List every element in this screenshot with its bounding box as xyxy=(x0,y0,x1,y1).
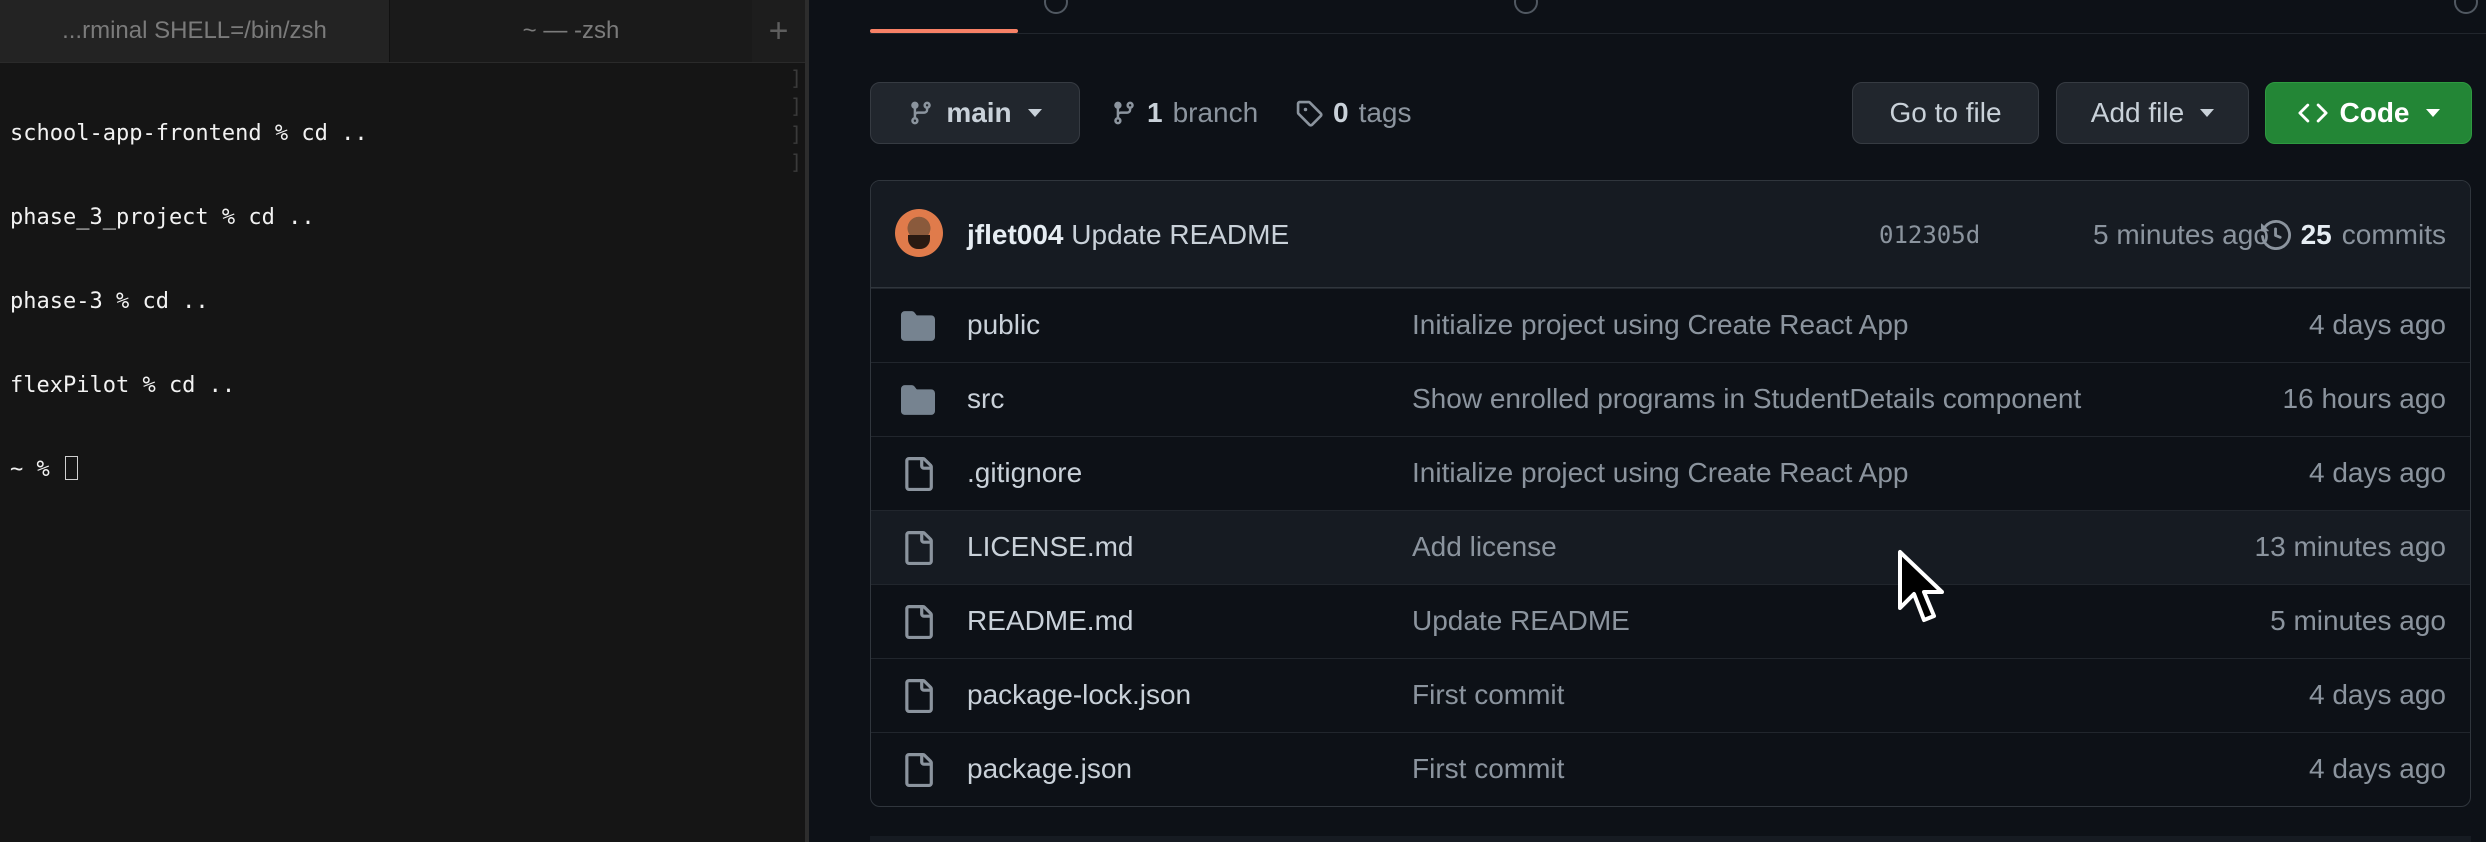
section-border xyxy=(870,836,2471,842)
tag-label: tags xyxy=(1358,97,1412,128)
branches-link[interactable]: 1 branch xyxy=(1111,82,1258,144)
tag-icon xyxy=(1296,100,1323,127)
file-commit-age: 4 days ago xyxy=(2309,679,2446,710)
file-row[interactable]: README.md Update README 5 minutes ago xyxy=(871,584,2470,658)
git-branch-icon xyxy=(1114,101,1134,125)
terminal-cursor xyxy=(64,456,78,480)
terminal-prompt: ~ % xyxy=(10,457,63,482)
file-row[interactable]: .gitignore Initialize project using Creat… xyxy=(871,436,2470,510)
terminal-line: phase-3 % cd .. xyxy=(10,289,209,314)
file-commit-age: 16 hours ago xyxy=(2282,383,2446,414)
file-commit-message-link[interactable]: Update README xyxy=(1412,585,1630,657)
tab-icon xyxy=(1514,0,1538,14)
folder-icon xyxy=(901,309,935,343)
commit-sha[interactable]: 012305d xyxy=(1879,181,1980,288)
file-name-link[interactable]: public xyxy=(967,289,1040,361)
file-commit-message-link[interactable]: First commit xyxy=(1412,659,1564,731)
file-name-link[interactable]: LICENSE.md xyxy=(967,511,1134,583)
commits-count: 25 xyxy=(2300,218,2332,250)
file-commit-age: 4 days ago xyxy=(2309,309,2446,340)
file-name-link[interactable]: src xyxy=(967,363,1004,435)
file-commit-message-link[interactable]: Initialize project using Create React Ap… xyxy=(1412,437,1909,509)
code-label: Code xyxy=(2339,97,2410,128)
file-icon xyxy=(901,679,935,713)
add-file-label: Add file xyxy=(2090,97,2185,128)
terminal-window: ...rminal SHELL=/bin/zsh ~ — -zsh + scho… xyxy=(0,0,805,842)
folder-icon xyxy=(901,383,935,417)
commits-label: commits xyxy=(2341,218,2446,250)
chevron-down-icon xyxy=(2425,109,2440,117)
new-tab-button[interactable]: + xyxy=(752,0,805,62)
branch-name: main xyxy=(946,97,1012,128)
go-to-file-button[interactable]: Go to file xyxy=(1852,82,2039,144)
terminal-line: flexPilot % cd .. xyxy=(10,373,236,398)
file-row[interactable]: public Initialize project using Create Re… xyxy=(871,288,2470,362)
file-name-link[interactable]: package.json xyxy=(967,733,1132,805)
file-row[interactable]: package-lock.json First commit 4 days ago xyxy=(871,658,2470,732)
commit-time: 5 minutes ago xyxy=(2093,219,2269,250)
chevron-down-icon xyxy=(1027,109,1042,117)
terminal-tab-bar: ...rminal SHELL=/bin/zsh ~ — -zsh + xyxy=(0,0,805,63)
terminal-tab-shell[interactable]: ...rminal SHELL=/bin/zsh xyxy=(0,0,390,62)
terminal-tab-zsh[interactable]: ~ — -zsh xyxy=(390,0,752,62)
file-name-link[interactable]: package-lock.json xyxy=(967,659,1191,731)
git-branch-icon xyxy=(911,101,932,125)
github-repo-page: main 1 branch 0 tags Go to file Add file… xyxy=(809,0,2486,842)
terminal-output[interactable]: school-app-frontend % cd .. phase_3_proj… xyxy=(10,64,368,540)
file-icon xyxy=(901,457,935,491)
file-name-link[interactable]: .gitignore xyxy=(967,437,1082,509)
file-commit-message-link[interactable]: Initialize project using Create React Ap… xyxy=(1412,289,1909,361)
commit-author[interactable]: jflet004 xyxy=(967,219,1064,250)
file-commit-age: 4 days ago xyxy=(2309,457,2446,488)
add-file-button[interactable]: Add file xyxy=(2056,82,2249,144)
terminal-prompt-line: ~ % xyxy=(10,456,368,484)
file-commit-message-link[interactable]: Show enrolled programs in StudentDetails… xyxy=(1412,363,2081,435)
file-row[interactable]: package.json First commit 4 days ago xyxy=(871,732,2470,806)
code-button[interactable]: Code xyxy=(2265,82,2472,144)
terminal-marks: ] ] ] ] xyxy=(790,66,803,174)
tag-count: 0 xyxy=(1333,97,1349,128)
branch-label: branch xyxy=(1172,97,1259,128)
chevron-down-icon xyxy=(2200,109,2215,117)
file-row[interactable]: LICENSE.md Add license 13 minutes ago xyxy=(871,510,2470,584)
code-icon xyxy=(2297,103,2328,123)
file-icon xyxy=(901,753,935,787)
file-commit-message-link[interactable]: Add license xyxy=(1412,511,1557,583)
file-icon xyxy=(901,531,935,565)
file-commit-age: 13 minutes ago xyxy=(2254,531,2446,562)
avatar[interactable] xyxy=(895,209,943,257)
file-commit-age: 4 days ago xyxy=(2309,753,2446,784)
branch-selector-button[interactable]: main xyxy=(870,82,1080,144)
terminal-line: phase_3_project % cd .. xyxy=(10,205,315,230)
tab-icon xyxy=(2454,0,2478,14)
file-commit-message-link[interactable]: First commit xyxy=(1412,733,1564,805)
terminal-line: school-app-frontend % cd .. xyxy=(10,121,368,146)
branch-count: 1 xyxy=(1147,97,1163,128)
tab-icon xyxy=(1044,0,1068,14)
file-icon xyxy=(901,605,935,639)
file-browser: jflet004 Update README 012305d 5 minutes… xyxy=(870,180,2471,807)
file-commit-age: 5 minutes ago xyxy=(2270,605,2446,636)
commits-history-link[interactable]: 25 commits xyxy=(2260,181,2446,288)
mouse-pointer-icon xyxy=(1898,550,1944,622)
tabs-border xyxy=(870,33,2486,34)
tags-link[interactable]: 0 tags xyxy=(1295,82,1412,144)
file-row[interactable]: src Show enrolled programs in StudentDeta… xyxy=(871,362,2470,436)
latest-commit-summary: jflet004 Update README xyxy=(967,181,1289,288)
history-icon xyxy=(2260,219,2291,250)
latest-commit-bar: jflet004 Update README 012305d 5 minutes… xyxy=(871,181,2470,288)
commit-message[interactable]: Update README xyxy=(1071,219,1289,250)
file-name-link[interactable]: README.md xyxy=(967,585,1133,657)
